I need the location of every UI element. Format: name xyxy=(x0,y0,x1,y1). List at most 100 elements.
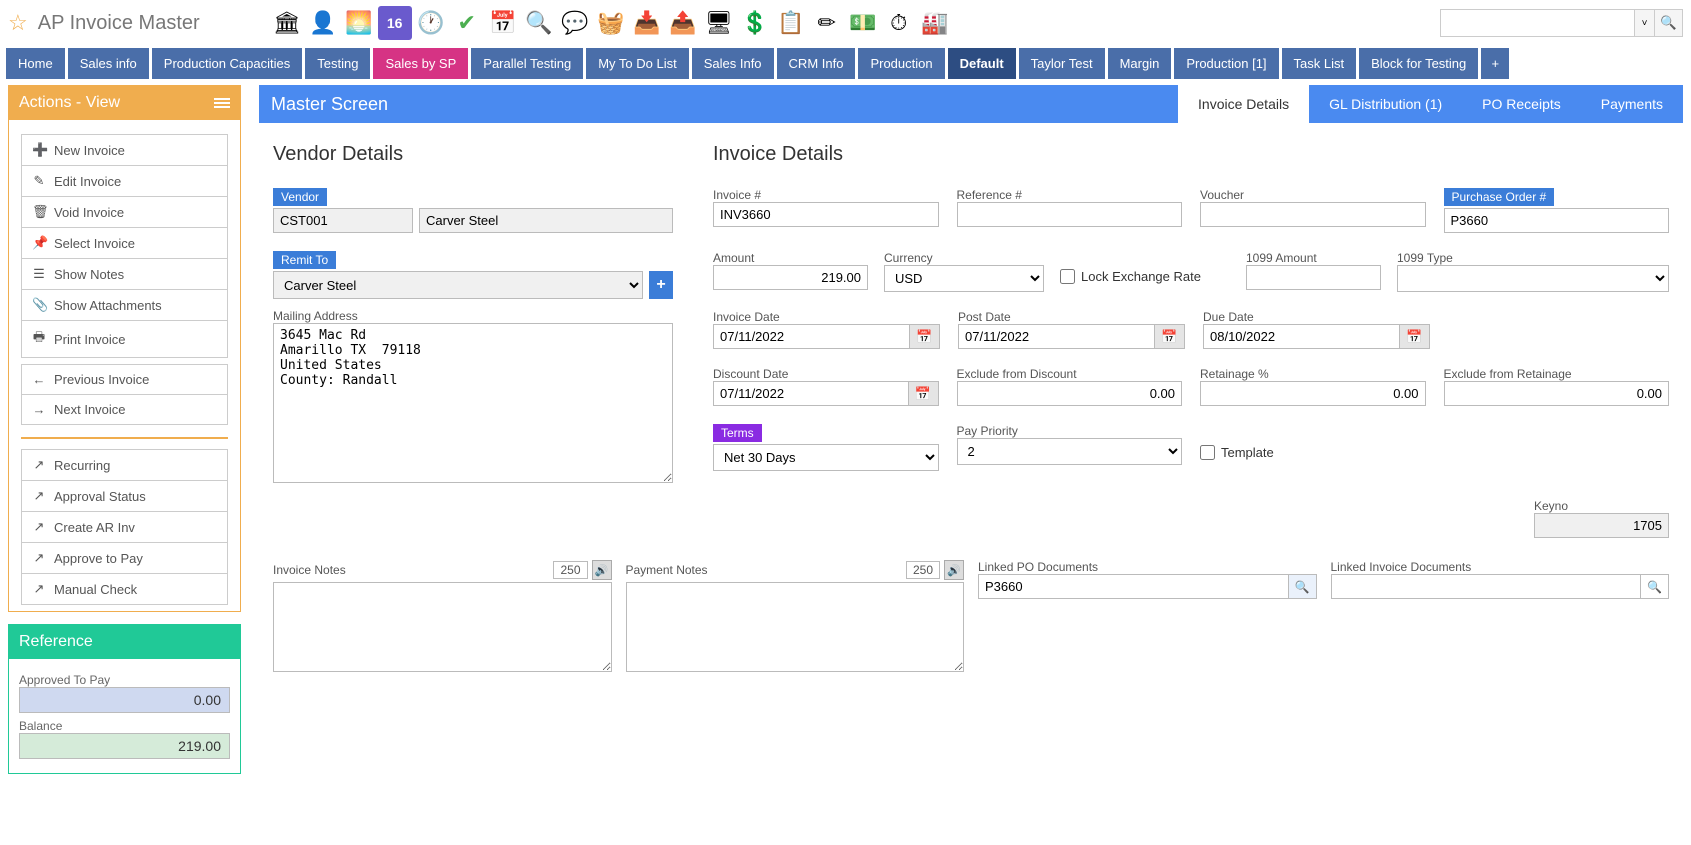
nav-tab-crm-info[interactable]: CRM Info xyxy=(777,48,856,79)
action-recurring[interactable]: ↗Recurring xyxy=(21,449,228,480)
invoice-date-input[interactable] xyxy=(713,324,910,349)
action-select-invoice[interactable]: 📌Select Invoice xyxy=(21,227,228,258)
action-next-invoice[interactable]: →Next Invoice xyxy=(21,394,228,425)
po-no-input[interactable] xyxy=(1444,208,1670,233)
reference-no-input[interactable] xyxy=(957,202,1183,227)
calendar-icon[interactable]: 📅 xyxy=(909,381,939,406)
1099-amount-input[interactable] xyxy=(1246,265,1381,290)
add-remit-button[interactable]: + xyxy=(649,271,673,299)
favorite-star-icon[interactable]: ☆ xyxy=(8,10,28,36)
tab-gl-distribution-1-[interactable]: GL Distribution (1) xyxy=(1309,85,1462,123)
nav-tab-my-to-do-list[interactable]: My To Do List xyxy=(586,48,689,79)
action-approval-status[interactable]: ↗Approval Status xyxy=(21,480,228,511)
action-edit-invoice[interactable]: ✎Edit Invoice xyxy=(21,165,228,196)
clipboard-icon[interactable]: 📋 xyxy=(774,6,808,40)
vendor-label[interactable]: Vendor xyxy=(273,188,327,206)
search-icon[interactable]: 🔍 xyxy=(1289,574,1317,599)
action-print-invoice[interactable]: 🖶Print Invoice xyxy=(21,320,228,358)
download-icon[interactable]: 📥 xyxy=(630,6,664,40)
exclude-discount-input[interactable] xyxy=(957,381,1183,406)
factory-icon[interactable]: 🏭 xyxy=(918,6,952,40)
terms-label[interactable]: Terms xyxy=(713,424,762,442)
action-show-notes[interactable]: ☰Show Notes xyxy=(21,258,228,289)
action-new-invoice[interactable]: ➕New Invoice xyxy=(21,134,228,165)
tab-payments[interactable]: Payments xyxy=(1581,85,1683,123)
gauge-icon[interactable]: ⏱ xyxy=(882,6,916,40)
nav-tab-sales-by-sp[interactable]: Sales by SP xyxy=(373,48,468,79)
discount-date-input[interactable] xyxy=(713,381,909,406)
template-checkbox[interactable] xyxy=(1200,445,1215,460)
nav-tab-task-list[interactable]: Task List xyxy=(1282,48,1357,79)
action-previous-invoice[interactable]: ←Previous Invoice xyxy=(21,364,228,394)
nav-tab-sales-info[interactable]: Sales info xyxy=(68,48,149,79)
clock-icon[interactable]: 🕐 xyxy=(414,6,448,40)
terms-select[interactable]: Net 30 Days xyxy=(713,444,939,471)
bank-icon[interactable]: 🏛 xyxy=(270,6,304,40)
action-show-attachments[interactable]: 📎Show Attachments xyxy=(21,289,228,320)
action-approve-to-pay[interactable]: ↗Approve to Pay xyxy=(21,542,228,573)
nav-tab-parallel-testing[interactable]: Parallel Testing xyxy=(471,48,583,79)
invoice-date-label: Invoice Date xyxy=(713,310,940,324)
cash-icon[interactable]: 💵 xyxy=(846,6,880,40)
nav-tab-home[interactable]: Home xyxy=(6,48,65,79)
basket-icon[interactable]: 🧺 xyxy=(594,6,628,40)
vendor-code-input[interactable] xyxy=(273,208,413,233)
calendar-icon[interactable]: 📅 xyxy=(910,324,940,349)
calendar-icon[interactable]: 📅 xyxy=(1155,324,1185,349)
payment-notes-textarea[interactable] xyxy=(626,582,965,672)
money-icon[interactable]: 💲 xyxy=(738,6,772,40)
nav-tab-taylor-test[interactable]: Taylor Test xyxy=(1019,48,1105,79)
nav-tab-margin[interactable]: Margin xyxy=(1108,48,1172,79)
sun-icon[interactable]: 🌅 xyxy=(342,6,376,40)
pay-priority-select[interactable]: 2 xyxy=(957,438,1183,465)
nav-tab-production[interactable]: Production xyxy=(858,48,944,79)
calendar-icon[interactable]: 📅 xyxy=(486,6,520,40)
chat-icon[interactable]: 💬 xyxy=(558,6,592,40)
amount-input[interactable] xyxy=(713,265,868,290)
currency-select[interactable]: USD xyxy=(884,265,1044,292)
vendor-name-input[interactable] xyxy=(419,208,673,233)
lock-rate-checkbox[interactable] xyxy=(1060,269,1075,284)
mailing-address-textarea[interactable] xyxy=(273,323,673,483)
due-date-input[interactable] xyxy=(1203,324,1400,349)
upload-icon[interactable]: 📤 xyxy=(666,6,700,40)
calendar-icon[interactable]: 📅 xyxy=(1400,324,1430,349)
action-manual-check[interactable]: ↗Manual Check xyxy=(21,573,228,605)
nav-tab-block-for-testing[interactable]: Block for Testing xyxy=(1359,48,1478,79)
exclude-retainage-input[interactable] xyxy=(1444,381,1670,406)
check-icon[interactable]: ✔ xyxy=(450,6,484,40)
post-date-input[interactable] xyxy=(958,324,1155,349)
nav-tab-default[interactable]: Default xyxy=(948,48,1016,79)
calendar-badge-icon[interactable]: 16 xyxy=(378,6,412,40)
search-dropdown-icon[interactable]: ˅ xyxy=(1635,9,1655,37)
nav-tab-testing[interactable]: Testing xyxy=(305,48,370,79)
invoice-notes-textarea[interactable] xyxy=(273,582,612,672)
linked-inv-input[interactable] xyxy=(1331,574,1642,599)
nav-tab-sales-info[interactable]: Sales Info xyxy=(692,48,774,79)
screen-icon[interactable]: 🖥 xyxy=(702,6,736,40)
remit-label[interactable]: Remit To xyxy=(273,251,336,269)
linked-po-input[interactable] xyxy=(978,574,1289,599)
tab-po-receipts[interactable]: PO Receipts xyxy=(1462,85,1581,123)
nav-tab-production-1-[interactable]: Production [1] xyxy=(1174,48,1278,79)
action-void-invoice[interactable]: 🗑Void Invoice xyxy=(21,196,228,227)
search-icon[interactable]: 🔍 xyxy=(1641,574,1669,599)
speaker-icon[interactable]: 🔊 xyxy=(944,560,964,580)
search-button[interactable]: 🔍 xyxy=(1655,9,1683,37)
action-create-ar-inv[interactable]: ↗Create AR Inv xyxy=(21,511,228,542)
search-input[interactable] xyxy=(1440,9,1635,37)
voucher-input[interactable] xyxy=(1200,202,1426,227)
remit-select[interactable]: Carver Steel xyxy=(273,271,643,299)
globe-search-icon[interactable]: 🔍 xyxy=(522,6,556,40)
invoice-no-input[interactable] xyxy=(713,202,939,227)
po-no-label[interactable]: Purchase Order # xyxy=(1444,188,1555,206)
add-tab-button[interactable]: + xyxy=(1481,48,1509,79)
tab-invoice-details[interactable]: Invoice Details xyxy=(1178,85,1309,123)
1099-type-select[interactable] xyxy=(1397,265,1669,292)
edit-icon[interactable]: ✏ xyxy=(810,6,844,40)
retainage-pct-input[interactable] xyxy=(1200,381,1426,406)
menu-icon[interactable] xyxy=(214,98,230,108)
nav-tab-production-capacities[interactable]: Production Capacities xyxy=(152,48,302,79)
user-icon[interactable]: 👤 xyxy=(306,6,340,40)
speaker-icon[interactable]: 🔊 xyxy=(592,560,612,580)
